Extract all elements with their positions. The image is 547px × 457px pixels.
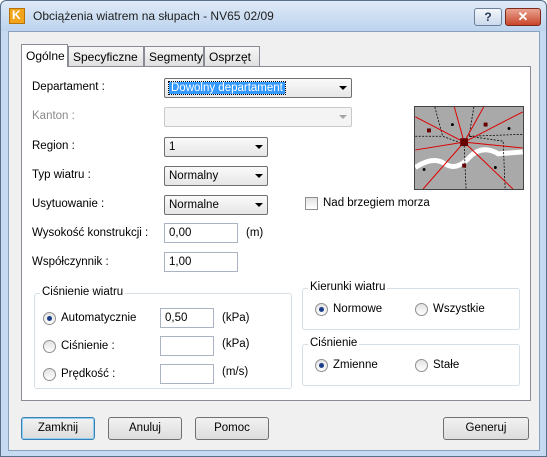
zamknij-button[interactable]: Zamknij <box>21 417 95 440</box>
chevron-down-icon <box>255 174 263 178</box>
title-bar: Obciążenia wiatrem na słupach - NV65 02/… <box>1 1 546 31</box>
usytuowanie-label: Usytuowanie : <box>32 198 105 210</box>
cisnienie-group: Ciśnienie Zmienne Stałe <box>302 337 520 386</box>
departament-label: Departament : <box>32 81 105 93</box>
generuj-button[interactable]: Generuj <box>443 417 529 440</box>
typ-wiatru-label: Typ wiatru : <box>32 169 91 181</box>
kierunki-wiatru-group: Kierunki wiatru Normowe Wszystkie <box>302 281 520 330</box>
wysokosc-unit: (m) <box>246 227 264 239</box>
app-icon <box>9 8 25 24</box>
map-town-marker <box>462 163 467 168</box>
nad-brzegiem-label: Nad brzegiem morza <box>323 197 430 209</box>
automatycznie-label: Automatycznie <box>61 312 137 324</box>
chevron-down-icon <box>255 145 263 149</box>
departament-select[interactable]: Dowolny departament <box>164 78 352 98</box>
automatycznie-unit: (kPa) <box>222 312 250 324</box>
region-label: Region : <box>32 140 75 152</box>
chevron-down-icon <box>255 203 263 207</box>
map-background <box>415 107 523 189</box>
cisnienie-wiatru-group: Ciśnienie wiatru Automatycznie 0,50 (kPa… <box>34 286 292 389</box>
automatycznie-input[interactable]: 0,50 <box>160 308 214 328</box>
stale-label: Stałe <box>433 359 460 371</box>
region-value: 1 <box>169 141 176 153</box>
zmienne-label: Zmienne <box>333 359 378 371</box>
predkosc-unit: (m/s) <box>222 366 249 378</box>
pomoc-button[interactable]: Pomoc <box>195 417 269 440</box>
kanton-select[interactable] <box>164 107 352 127</box>
kanton-label: Kanton : <box>32 110 75 122</box>
map-town-marker <box>427 128 431 133</box>
radio-normowe[interactable] <box>315 303 328 316</box>
wspolczynnik-input[interactable]: 1,00 <box>164 252 238 272</box>
map-thumbnail <box>414 106 524 190</box>
map-dot <box>507 127 511 130</box>
anuluj-button[interactable]: Anuluj <box>108 417 182 440</box>
wysokosc-input[interactable]: 0,00 <box>164 223 238 243</box>
radio-predkosc[interactable] <box>43 368 56 381</box>
tab-osprzet[interactable]: Osprzęt <box>204 46 260 66</box>
wspolczynnik-label: Współczynnik : <box>32 256 109 268</box>
typ-wiatru-select[interactable]: Normalny <box>164 166 268 186</box>
normowe-label: Normowe <box>333 303 383 315</box>
wszystkie-label: Wszystkie <box>433 303 485 315</box>
cisnienie-unit: (kPa) <box>222 338 250 350</box>
nad-brzegiem-checkbox[interactable] <box>305 197 318 210</box>
usytuowanie-value: Normalne <box>169 199 219 211</box>
cisnienie-input[interactable] <box>160 336 214 356</box>
tab-segmenty[interactable]: Segmenty <box>144 46 204 66</box>
cisnienie-wiatru-title: Ciśnienie wiatru <box>40 286 126 298</box>
chevron-down-icon <box>339 86 347 90</box>
radio-stale[interactable] <box>415 359 428 372</box>
typ-wiatru-value: Normalny <box>169 170 219 182</box>
radio-cisnienie[interactable] <box>43 340 56 353</box>
usytuowanie-select[interactable]: Normalne <box>164 195 268 215</box>
map-town-marker <box>483 122 488 127</box>
departament-value: Dowolny departament <box>168 81 286 95</box>
radio-wszystkie[interactable] <box>415 303 428 316</box>
predkosc-label: Prędkość : <box>61 368 116 380</box>
predkosc-input[interactable] <box>160 364 214 384</box>
close-button[interactable]: ✕ <box>505 8 541 26</box>
radio-automatycznie[interactable] <box>43 312 56 325</box>
tab-panel-ogolne: Departament : Dowolny departament Kanton… <box>21 66 531 401</box>
map-city-marker <box>460 138 469 147</box>
dialog-client: Ogólne Specyficzne Segmenty Osprzęt Depa… <box>8 31 540 451</box>
wysokosc-label: Wysokość konstrukcji : <box>32 227 149 239</box>
map-dot <box>422 168 426 171</box>
kierunki-wiatru-title: Kierunki wiatru <box>308 281 388 293</box>
tab-ogolne[interactable]: Ogólne <box>21 44 68 67</box>
chevron-down-icon <box>339 115 347 119</box>
map-dot <box>450 123 454 127</box>
dialog-window: Obciążenia wiatrem na słupach - NV65 02/… <box>0 0 547 457</box>
region-select[interactable]: 1 <box>164 137 268 157</box>
cisnienie-option-label: Ciśnienie : <box>61 340 115 352</box>
cisnienie-title: Ciśnienie <box>308 337 360 349</box>
help-button[interactable]: ? <box>474 8 502 26</box>
window-title: Obciążenia wiatrem na słupach - NV65 02/… <box>33 9 274 23</box>
radio-zmienne[interactable] <box>315 359 328 372</box>
tab-specyficzne[interactable]: Specyficzne <box>68 46 144 66</box>
map-dot <box>493 166 497 169</box>
